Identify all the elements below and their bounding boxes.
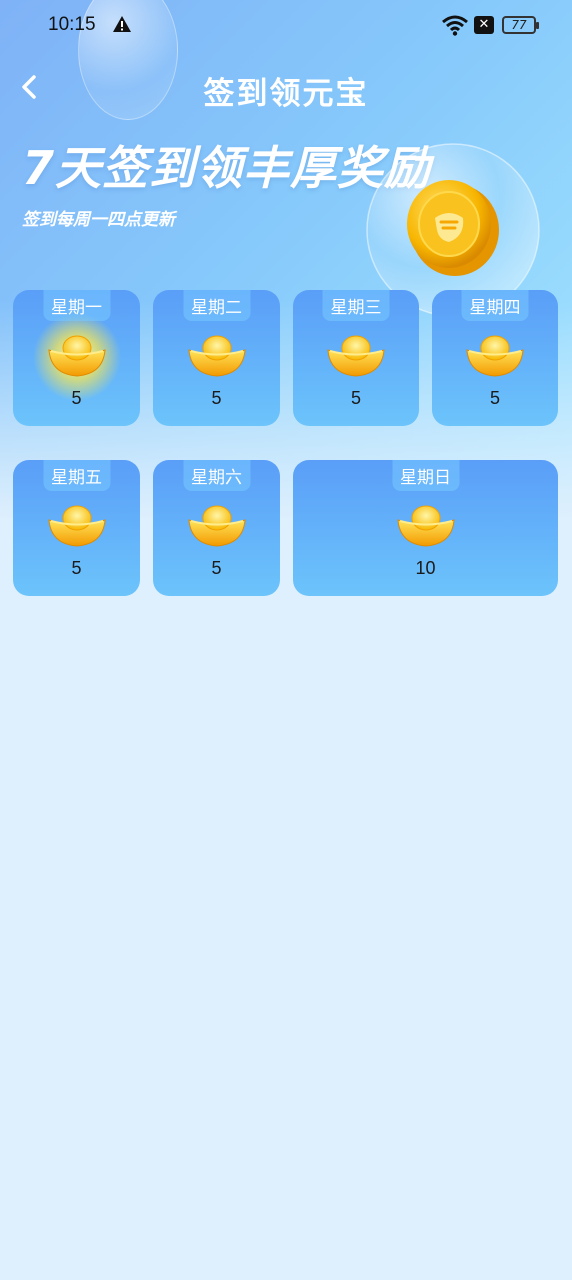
- warning-icon: [113, 16, 131, 32]
- gold-ingot-icon: [47, 332, 107, 378]
- day-label: 星期日: [392, 460, 459, 491]
- day-card[interactable]: 星期二 5: [153, 290, 280, 426]
- reward-amount: 5: [71, 558, 82, 578]
- status-time: 10:15: [48, 14, 96, 35]
- day-card[interactable]: 星期三 5: [293, 290, 419, 426]
- battery-icon: 77: [502, 16, 539, 34]
- day-label: 星期五: [43, 460, 110, 491]
- reward-amount: 5: [211, 388, 222, 408]
- gold-ingot-icon: [326, 332, 386, 378]
- gold-ingot-icon: [47, 502, 107, 548]
- day-card[interactable]: 星期六 5: [153, 460, 280, 596]
- day-card[interactable]: 星期五 5: [13, 460, 140, 596]
- reward-amount: 5: [489, 388, 500, 408]
- reward-amount: 5: [71, 388, 82, 408]
- gold-ingot-icon: [187, 502, 247, 548]
- day-label: 星期三: [322, 290, 390, 321]
- day-card[interactable]: 星期一 5: [13, 290, 140, 426]
- gold-ingot-icon: [396, 502, 456, 548]
- day-label: 星期四: [461, 290, 529, 321]
- wifi-icon: [442, 15, 468, 36]
- gold-ingot-icon: [465, 332, 525, 378]
- page-title: 签到领元宝: [203, 76, 369, 112]
- gold-coin-bubble-icon: [366, 143, 540, 317]
- battery-level: 77: [511, 18, 527, 32]
- hero-subtitle: 签到每周一四点更新: [22, 210, 175, 230]
- day-card[interactable]: 星期日 10: [293, 460, 558, 596]
- reward-amount: 5: [211, 558, 222, 578]
- reward-amount: 10: [415, 558, 436, 578]
- nav-bar: 签到领元宝: [0, 60, 572, 112]
- day-label: 星期六: [183, 460, 250, 491]
- day-label: 星期一: [43, 290, 110, 321]
- gold-ingot-icon: [187, 332, 247, 378]
- no-sim-icon: ✕: [474, 16, 494, 34]
- day-label: 星期二: [183, 290, 250, 321]
- day-card[interactable]: 星期四 5: [432, 290, 558, 426]
- status-bar: 10:15 ✕ 77: [0, 0, 572, 52]
- reward-amount: 5: [350, 388, 361, 408]
